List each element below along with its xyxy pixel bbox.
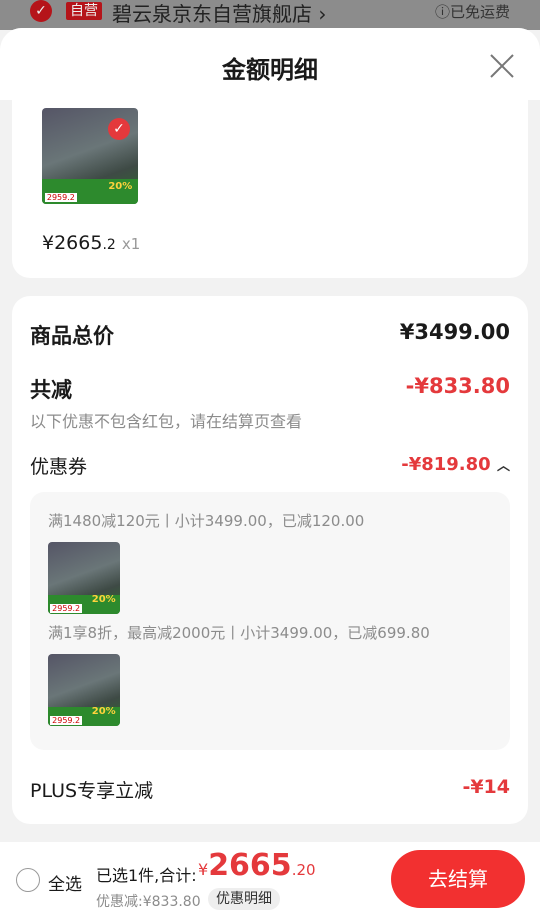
discount-amount: 优惠减:¥833.80 <box>96 894 201 910</box>
coupon-product-thumbnail: 20% 2959.2 <box>48 654 120 726</box>
store-header: ✓ 自营 碧云泉京东自营旗舰店 › ⓘ已免运费 <box>0 0 540 30</box>
amount-detail-sheet: 金额明细 20% 2959.2 ✓ ¥2665.2 x1 商品总价 ¥3499.… <box>0 28 540 916</box>
selected-check-icon: ✓ <box>108 118 130 140</box>
discount-total-label: 共减 <box>30 378 72 402</box>
coupon-rule: 满1享8折，最高减2000元丨小计3499.00，已减699.80 <box>48 624 430 642</box>
chevron-up-icon: ︿ <box>496 459 510 474</box>
coupon-product-thumbnail: 20% 2959.2 <box>48 542 120 614</box>
discount-total-value: -¥833.80 <box>405 374 510 398</box>
selected-count: 已选1件,合计: <box>96 866 197 885</box>
sheet-header: 金额明细 <box>0 28 540 100</box>
store-name[interactable]: 碧云泉京东自营旗舰店 › <box>112 0 326 27</box>
select-all-label[interactable]: 全选 <box>48 870 82 895</box>
goods-total-value: ¥3499.00 <box>399 320 510 344</box>
self-operated-tag: 自营 <box>66 2 102 20</box>
discount-detail-button[interactable]: 优惠明细 <box>208 888 280 910</box>
item-quantity: x1 <box>121 235 141 253</box>
total-price: ¥2665.20 <box>198 848 316 883</box>
discount-note: 以下优惠不包含红包，请在结算页查看 <box>30 412 303 431</box>
coupon-rule: 满1480减120元丨小计3499.00，已减120.00 <box>48 512 365 530</box>
plus-value: -¥14 <box>462 776 510 798</box>
sheet-title: 金额明细 <box>222 56 318 84</box>
price-summary-card: 商品总价 ¥3499.00 共减 -¥833.80 以下优惠不包含红包，请在结算… <box>12 296 528 824</box>
checkout-button[interactable]: 去结算 <box>391 850 525 908</box>
coupon-label: 优惠券 <box>30 456 88 478</box>
coupon-toggle[interactable]: -¥819.80 ︿ <box>401 454 510 475</box>
product-thumbnail[interactable]: 20% 2959.2 ✓ <box>42 108 138 204</box>
product-card: 20% 2959.2 ✓ ¥2665.2 x1 <box>12 100 528 278</box>
close-icon[interactable] <box>488 52 516 80</box>
goods-total-label: 商品总价 <box>30 324 114 348</box>
item-price: ¥2665.2 x1 <box>42 232 141 254</box>
checkout-bar: 全选 已选1件,合计: ¥2665.20 优惠减:¥833.80 优惠明细 去结… <box>0 842 540 916</box>
select-all-checkbox[interactable] <box>16 868 40 892</box>
check-circle-icon[interactable]: ✓ <box>30 0 52 22</box>
coupon-detail-box: 满1480减120元丨小计3499.00，已减120.00 20% 2959.2 … <box>30 492 510 750</box>
plus-label: PLUS专享立减 <box>30 780 154 802</box>
shipping-status: ⓘ已免运费 <box>434 3 510 21</box>
